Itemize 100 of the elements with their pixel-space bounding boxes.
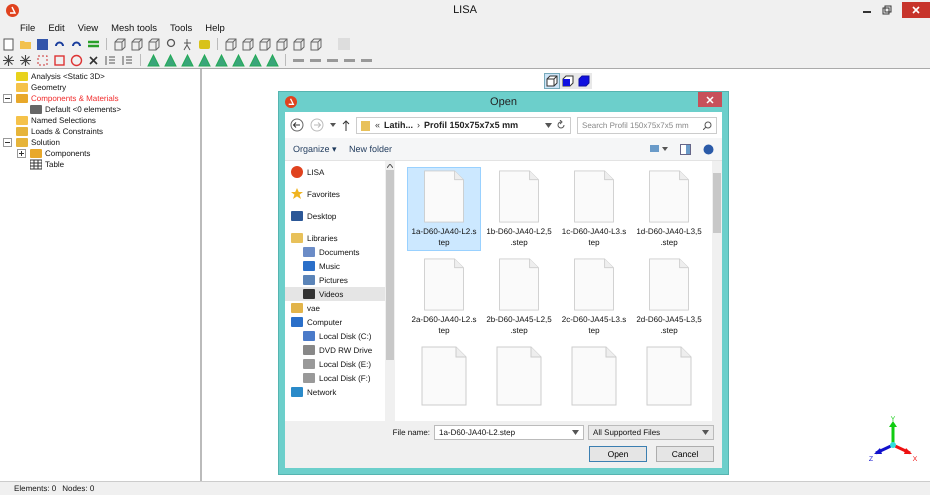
file-tile[interactable]: 1c-D60-JA40-L3.s tep	[557, 167, 631, 251]
restore-icon[interactable]	[882, 5, 892, 15]
menu-item[interactable]: View	[78, 22, 98, 34]
file-tile[interactable]: 2d-D60-JA45-L3,5 .step	[632, 255, 706, 339]
tree-node-icon	[16, 82, 28, 93]
command-button[interactable]: Organize ▾	[293, 144, 338, 154]
tool-icon[interactable]	[292, 38, 305, 50]
nav-item[interactable]: Music	[285, 259, 385, 273]
search-icon[interactable]	[703, 120, 712, 130]
tool-icon[interactable]	[2, 38, 15, 50]
tool-icon[interactable]	[147, 38, 160, 50]
help-icon[interactable]	[703, 144, 714, 154]
tree-item[interactable]: Loads & Constraints	[31, 127, 104, 136]
tool-icon[interactable]	[181, 38, 194, 50]
status-text: Elements: 0	[14, 484, 56, 493]
nav-item[interactable]: Network	[285, 385, 385, 399]
menu-item[interactable]: File	[20, 22, 36, 34]
file-type-dropdown[interactable]: All Supported Files	[588, 425, 714, 440]
preview-pane-icon[interactable]	[680, 144, 691, 154]
up-arrow-icon[interactable]	[342, 120, 350, 130]
nav-item[interactable]: LISA	[285, 165, 385, 179]
drive-icon	[303, 344, 315, 356]
menu-item[interactable]: Help	[205, 22, 225, 34]
tree-item[interactable]: Table	[45, 160, 64, 169]
expander-icon[interactable]	[3, 138, 12, 147]
nav-item[interactable]: Local Disk (F:)	[285, 371, 385, 385]
file-tile[interactable]: 1a-D60-JA40-L2.s tep	[407, 167, 481, 251]
file-tile[interactable]: 2b-D60-JA45-L2,5 .step	[482, 255, 556, 339]
file-tile[interactable]: 2c-D60-JA45-L3.s tep	[557, 255, 631, 339]
drive-icon	[303, 358, 315, 370]
tree-item[interactable]: Analysis <Static 3D>	[31, 72, 105, 81]
address-bar[interactable]: « Latih... › Profil 150x75x7x5 mm	[356, 116, 571, 134]
window-title: LISA	[452, 4, 478, 16]
scrollbar[interactable]	[385, 161, 395, 421]
nav-item[interactable]: Libraries	[285, 231, 385, 245]
scroll-up-icon[interactable]	[387, 164, 393, 168]
tool-icon[interactable]	[121, 54, 134, 66]
view-options-icon[interactable]	[650, 144, 668, 154]
menu-item[interactable]: Tools	[170, 22, 192, 34]
tool-icon[interactable]	[224, 38, 237, 50]
tree-item[interactable]: Components	[45, 149, 90, 158]
expander-icon[interactable]	[17, 149, 26, 158]
tree-item[interactable]: Solution	[31, 138, 60, 147]
menu-item[interactable]: Edit	[48, 22, 65, 34]
solid-cube-icon[interactable]	[561, 74, 575, 88]
caret-icon[interactable]	[572, 430, 579, 435]
tree-node-icon	[16, 126, 28, 137]
nav-item[interactable]: Documents	[285, 245, 385, 259]
tool-icon[interactable]	[36, 38, 49, 50]
file-tile[interactable]: 2a-D60-JA40-L2.s tep	[407, 255, 481, 339]
nav-item[interactable]: DVD RW Drive	[285, 343, 385, 357]
shaded-cube-icon[interactable]	[577, 74, 591, 88]
tool-icon[interactable]	[113, 38, 126, 50]
file-name-field[interactable]: 1a-D60-JA40-L2.step	[434, 425, 584, 440]
close-button[interactable]	[698, 92, 722, 107]
dropdown-caret-icon[interactable]	[330, 122, 336, 128]
tree-item[interactable]: Named Selections	[31, 116, 96, 125]
tree-node-icon	[16, 115, 28, 126]
wireframe-cube-icon[interactable]	[545, 74, 559, 88]
nav-item[interactable]: Local Disk (E:)	[285, 357, 385, 371]
nav-item[interactable]: Local Disk (C:)	[285, 329, 385, 343]
back-icon[interactable]	[290, 118, 304, 132]
tree-node-icon	[16, 137, 28, 148]
dialog-button[interactable]: Cancel	[656, 446, 714, 462]
tree-item[interactable]: Geometry	[31, 83, 66, 92]
nav-item[interactable]: Pictures	[285, 273, 385, 287]
tool-icon[interactable]	[104, 54, 117, 66]
tool-icon[interactable]	[309, 38, 322, 50]
search-field[interactable]: Search Profil 150x75x7x5 mm	[577, 116, 717, 134]
file-tile[interactable]: 1d-D60-JA40-L3,5 .step	[632, 167, 706, 251]
close-icon	[911, 5, 921, 15]
nav-item[interactable]: Desktop	[285, 209, 385, 223]
tool-icon[interactable]	[19, 54, 32, 66]
drive-icon	[303, 330, 315, 342]
file-tile[interactable]: 1b-D60-JA40-L2,5 .step	[482, 167, 556, 251]
refresh-icon[interactable]	[556, 120, 566, 130]
tool-icon[interactable]	[258, 38, 271, 50]
menu-item[interactable]: Mesh tools	[111, 22, 158, 34]
tree-node-icon	[30, 159, 42, 170]
nav-item[interactable]: Videos	[285, 287, 385, 301]
expander-icon[interactable]	[3, 94, 12, 103]
nav-item[interactable]: Favorites	[285, 187, 385, 201]
file-name-label: File name:	[392, 428, 430, 437]
caret-icon[interactable]	[702, 430, 709, 435]
command-button[interactable]: New folder	[349, 144, 392, 154]
folder-icon	[291, 232, 303, 244]
tool-icon[interactable]	[275, 38, 288, 50]
nav-item[interactable]: Computer	[285, 315, 385, 329]
tool-icon[interactable]	[130, 38, 143, 50]
nav-item[interactable]: vae	[285, 301, 385, 315]
dialog-button[interactable]: Open	[589, 446, 647, 462]
tool-icon[interactable]	[87, 54, 100, 66]
tree-node-icon	[16, 93, 28, 104]
caret-icon[interactable]	[545, 122, 552, 128]
tree-item[interactable]: Default <0 elements>	[45, 105, 122, 114]
scrollbar[interactable]	[712, 161, 722, 421]
tool-icon[interactable]	[2, 54, 15, 66]
tool-icon[interactable]	[241, 38, 254, 50]
close-button[interactable]	[902, 2, 930, 18]
tree-item[interactable]: Components & Materials	[31, 94, 119, 103]
